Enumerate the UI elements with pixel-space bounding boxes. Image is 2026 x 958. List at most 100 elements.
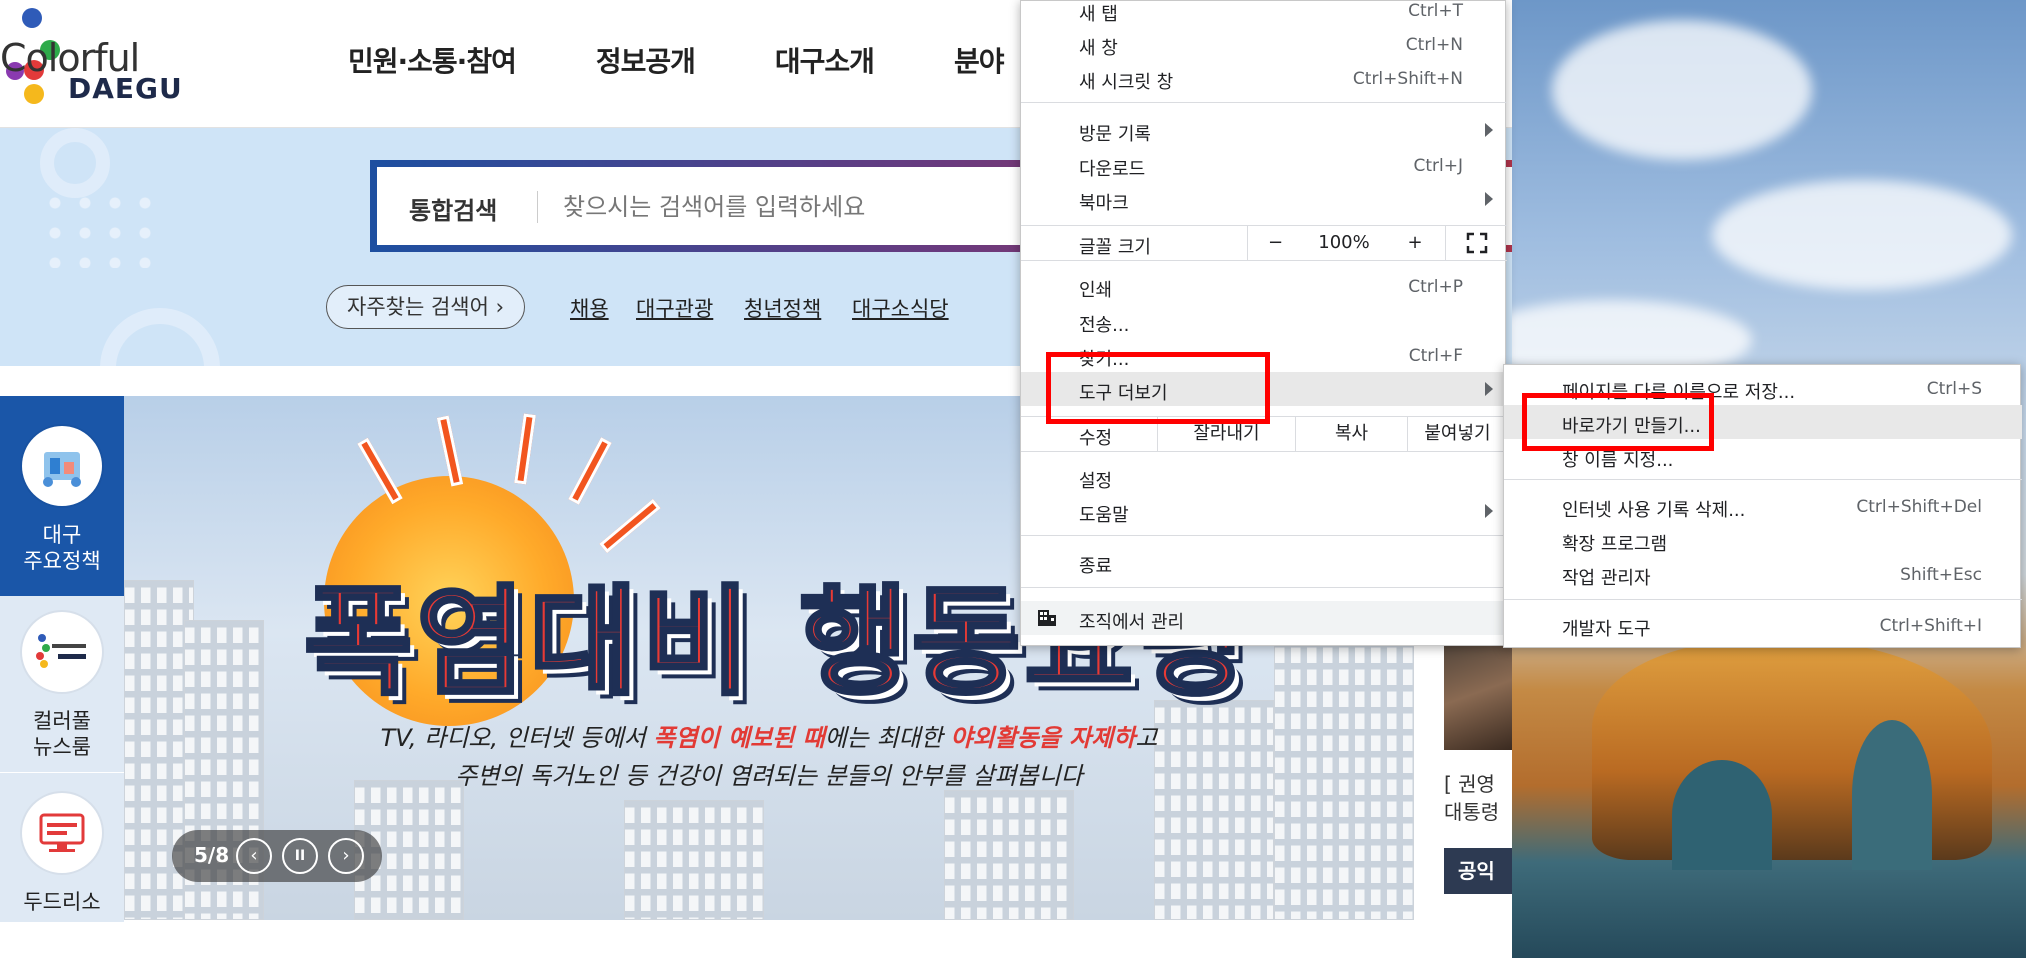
menu-item-new-window[interactable]: 새 창 Ctrl+N (1021, 27, 1507, 61)
side-item-label: 대구 주요정책 (0, 522, 124, 574)
submenu-arrow-icon (1485, 123, 1493, 137)
menu-label: 작업 관리자 (1562, 568, 1651, 589)
search-label: 통합검색 (409, 197, 498, 225)
menu-label: 종료 (1079, 556, 1113, 577)
keyword-link-youth[interactable]: 청년정책 (744, 293, 821, 323)
sun-ray (568, 437, 612, 505)
highlight-box-create-shortcut (1522, 393, 1714, 451)
news-headline-line1: [ 권영 (1444, 772, 1495, 796)
menu-separator (1021, 535, 1507, 536)
menu-item-print[interactable]: 인쇄 Ctrl+P (1021, 269, 1507, 303)
public-notice-button[interactable]: 공익 (1444, 848, 1512, 894)
building-icon (1038, 610, 1056, 626)
menu-label: 새 시크릿 창 (1079, 72, 1174, 93)
banner-page-count: 5/8 (194, 843, 230, 867)
news-headline[interactable]: [ 권영 대통령 (1444, 770, 1499, 826)
submenu-item-extensions[interactable]: 확장 프로그램 (1504, 523, 2022, 557)
menu-label: 도움말 (1079, 505, 1129, 526)
menu-label: 전송... (1079, 315, 1130, 336)
menu-label: 조직에서 관리 (1079, 612, 1185, 633)
submenu-arrow-icon (1485, 192, 1493, 206)
browser-main-menu: 새 탭 Ctrl+T 새 창 Ctrl+N 새 시크릿 창 Ctrl+Shift+N … (1020, 0, 1507, 646)
building (624, 800, 764, 920)
menu-label: 방문 기록 (1079, 124, 1151, 145)
menu-shortcut: Shift+Esc (1900, 565, 1982, 585)
side-quick-nav: 대구 주요정책 컬러풀 뉴스룸 두드리소 (0, 396, 124, 926)
menu-separator (1504, 599, 2022, 600)
submenu-item-devtools[interactable]: 개발자 도구 Ctrl+Shift+I (1504, 608, 2022, 642)
copy-button[interactable]: 복사 (1295, 417, 1407, 451)
menu-shortcut: Ctrl+J (1413, 156, 1463, 176)
side-label-line2: 주요정책 (23, 549, 101, 573)
paste-button[interactable]: 붙여넣기 (1407, 417, 1507, 451)
banner-pause-button[interactable]: II (282, 838, 318, 874)
submenu-arrow-icon (1485, 382, 1493, 396)
menu-item-history[interactable]: 방문 기록 (1021, 113, 1507, 147)
menu-shortcut: Ctrl+Shift+I (1879, 616, 1982, 636)
banner-highlight: 야외활동을 자제하 (950, 724, 1136, 752)
decor-ring (100, 308, 220, 366)
cloud (1712, 180, 2012, 290)
fullscreen-button[interactable] (1445, 226, 1507, 260)
menu-item-downloads[interactable]: 다운로드 Ctrl+J (1021, 148, 1507, 182)
side-label-line2: 뉴스룸 (33, 735, 91, 759)
menu-item-zoom: 글꼴 크기 − 100% + (1021, 226, 1507, 260)
menu-item-cast[interactable]: 전송... (1021, 304, 1507, 338)
gnb-item-field[interactable]: 분야 (954, 40, 1005, 80)
banner-text: TV, 라디오, 인터넷 등에서 (380, 724, 654, 752)
gnb-item-about[interactable]: 대구소개 (775, 40, 875, 80)
banner-pager: 5/8 ‹ II › (172, 830, 382, 882)
menu-label: 다운로드 (1079, 159, 1146, 180)
menu-item-new-tab[interactable]: 새 탭 Ctrl+T (1021, 0, 1507, 27)
menu-label: 개발자 도구 (1562, 619, 1651, 640)
side-label-line1: 두드리소 (23, 890, 101, 914)
zoom-in-button[interactable]: + (1385, 226, 1445, 260)
menu-shortcut: Ctrl+T (1408, 1, 1463, 21)
side-item-newsroom[interactable]: 컬러풀 뉴스룸 (0, 596, 124, 772)
side-label-line1: 대구 (42, 523, 82, 547)
menu-separator (1021, 587, 1507, 588)
sun-ray (514, 413, 536, 485)
menu-item-help[interactable]: 도움말 (1021, 494, 1507, 528)
menu-label: 새 탭 (1079, 4, 1118, 25)
menu-item-managed[interactable]: 조직에서 관리 (1021, 601, 1507, 635)
news-column: [ 권영 대통령 공익 (1418, 600, 1512, 958)
sun-ray (599, 498, 661, 554)
logo-text-daegu: DAEGU (68, 72, 183, 105)
side-item-label: 컬러풀 뉴스룸 (0, 708, 124, 760)
menu-item-exit[interactable]: 종료 (1021, 545, 1507, 579)
decor-dots (40, 188, 160, 268)
zoom-out-button[interactable]: − (1247, 226, 1303, 260)
menu-label: 글꼴 크기 (1079, 237, 1151, 258)
menu-item-settings[interactable]: 설정 (1021, 460, 1507, 494)
gnb-item-info[interactable]: 정보공개 (596, 40, 696, 80)
side-item-label: 두드리소 (0, 889, 124, 915)
side-item-dudeuriso[interactable]: 두드리소 (0, 772, 124, 922)
banner-prev-button[interactable]: ‹ (236, 838, 272, 874)
submenu-item-clear-data[interactable]: 인터넷 사용 기록 삭제... Ctrl+Shift+Del (1504, 489, 2022, 523)
banner-highlight: 폭염이 예보된 때 (653, 724, 825, 752)
menu-label: 북마크 (1079, 193, 1129, 214)
building (944, 790, 1074, 920)
keyword-link-tourism[interactable]: 대구관광 (636, 293, 713, 323)
cloud (1552, 20, 1812, 160)
side-item-policy[interactable]: 대구 주요정책 (0, 396, 124, 596)
keyword-link-jobs[interactable]: 채용 (570, 293, 609, 323)
zoom-level: 100% (1318, 232, 1370, 253)
submenu-item-task-manager[interactable]: 작업 관리자 Shift+Esc (1504, 557, 2022, 591)
menu-item-incognito[interactable]: 새 시크릿 창 Ctrl+Shift+N (1021, 61, 1507, 95)
submenu-arrow-icon (1485, 504, 1493, 518)
menu-item-bookmarks[interactable]: 북마크 (1021, 182, 1507, 216)
global-nav: 민원·소통·참여 정보공개 대구소개 분야 (348, 40, 1083, 80)
banner-subtitle-line1: TV, 라디오, 인터넷 등에서 폭염이 예보된 때에는 최대한 야외활동을 자… (124, 718, 1414, 753)
highlight-box-more-tools (1046, 352, 1270, 424)
keyword-link-news[interactable]: 대구소식당 (852, 293, 949, 323)
gnb-item-civil[interactable]: 민원·소통·참여 (348, 40, 517, 80)
menu-separator (1021, 102, 1507, 103)
colorful-daegu-logo[interactable]: Colorful DAEGU (0, 8, 190, 108)
menu-separator (1504, 479, 2022, 480)
popular-keywords-button[interactable]: 자주찾는 검색어 › (326, 285, 525, 329)
dudeuriso-icon (22, 793, 102, 873)
menu-label: 수정 (1079, 428, 1113, 449)
banner-next-button[interactable]: › (328, 838, 364, 874)
